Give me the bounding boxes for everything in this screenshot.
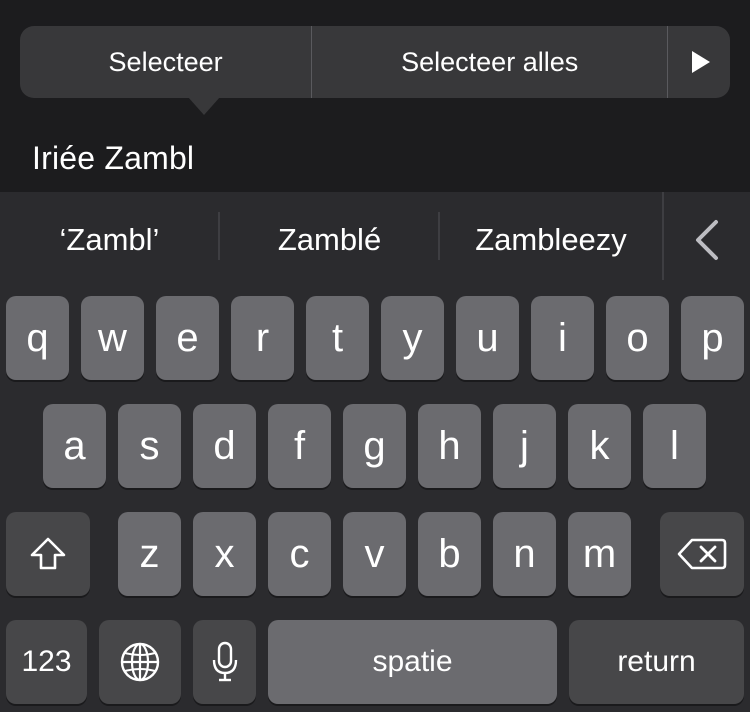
numbers-key[interactable]: 123 — [6, 620, 87, 704]
key-q[interactable]: q — [6, 296, 69, 380]
key-u[interactable]: u — [456, 296, 519, 380]
globe-icon — [120, 642, 160, 682]
key-l[interactable]: l — [643, 404, 706, 488]
collapse-suggestions-button[interactable] — [664, 192, 750, 288]
key-h[interactable]: h — [418, 404, 481, 488]
key-n[interactable]: n — [493, 512, 556, 596]
play-icon — [692, 51, 711, 73]
key-f[interactable]: f — [268, 404, 331, 488]
suggestion-bar: ‘Zambl’ Zamblé Zambleezy — [0, 192, 750, 288]
key-c[interactable]: c — [268, 512, 331, 596]
key-t[interactable]: t — [306, 296, 369, 380]
microphone-icon — [212, 641, 237, 682]
globe-key[interactable] — [99, 620, 181, 704]
key-v[interactable]: v — [343, 512, 406, 596]
suggestion-item[interactable]: ‘Zambl’ — [0, 192, 219, 288]
key-z[interactable]: z — [118, 512, 181, 596]
dictation-key[interactable] — [193, 620, 256, 704]
key-o[interactable]: o — [606, 296, 669, 380]
select-all-button[interactable]: Selecteer alles — [312, 26, 667, 98]
shift-key[interactable] — [6, 512, 90, 596]
key-r[interactable]: r — [231, 296, 294, 380]
suggestion-item[interactable]: Zamblé — [220, 192, 439, 288]
delete-key[interactable] — [660, 512, 744, 596]
text-input-value[interactable]: Iriée Zambl — [32, 140, 194, 177]
suggestion-item[interactable]: Zambleezy — [440, 192, 662, 288]
chevron-left-icon — [696, 220, 718, 260]
key-y[interactable]: y — [381, 296, 444, 380]
keyboard: ‘Zambl’ Zamblé Zambleezy q w e r t y u i… — [0, 192, 750, 712]
key-a[interactable]: a — [43, 404, 106, 488]
key-x[interactable]: x — [193, 512, 256, 596]
key-s[interactable]: s — [118, 404, 181, 488]
key-d[interactable]: d — [193, 404, 256, 488]
key-w[interactable]: w — [81, 296, 144, 380]
text-editing-area: Selecteer Selecteer alles Iriée Zambl — [0, 0, 750, 192]
key-j[interactable]: j — [493, 404, 556, 488]
key-g[interactable]: g — [343, 404, 406, 488]
key-e[interactable]: e — [156, 296, 219, 380]
key-b[interactable]: b — [418, 512, 481, 596]
key-p[interactable]: p — [681, 296, 744, 380]
more-options-button[interactable] — [668, 26, 730, 98]
key-k[interactable]: k — [568, 404, 631, 488]
callout-pointer — [188, 97, 220, 115]
delete-icon — [677, 538, 727, 570]
select-button[interactable]: Selecteer — [20, 26, 311, 98]
space-key[interactable]: spatie — [268, 620, 557, 704]
return-key[interactable]: return — [569, 620, 744, 704]
key-i[interactable]: i — [531, 296, 594, 380]
shift-icon — [30, 537, 66, 570]
edit-menu-callout: Selecteer Selecteer alles — [20, 26, 730, 98]
key-m[interactable]: m — [568, 512, 631, 596]
